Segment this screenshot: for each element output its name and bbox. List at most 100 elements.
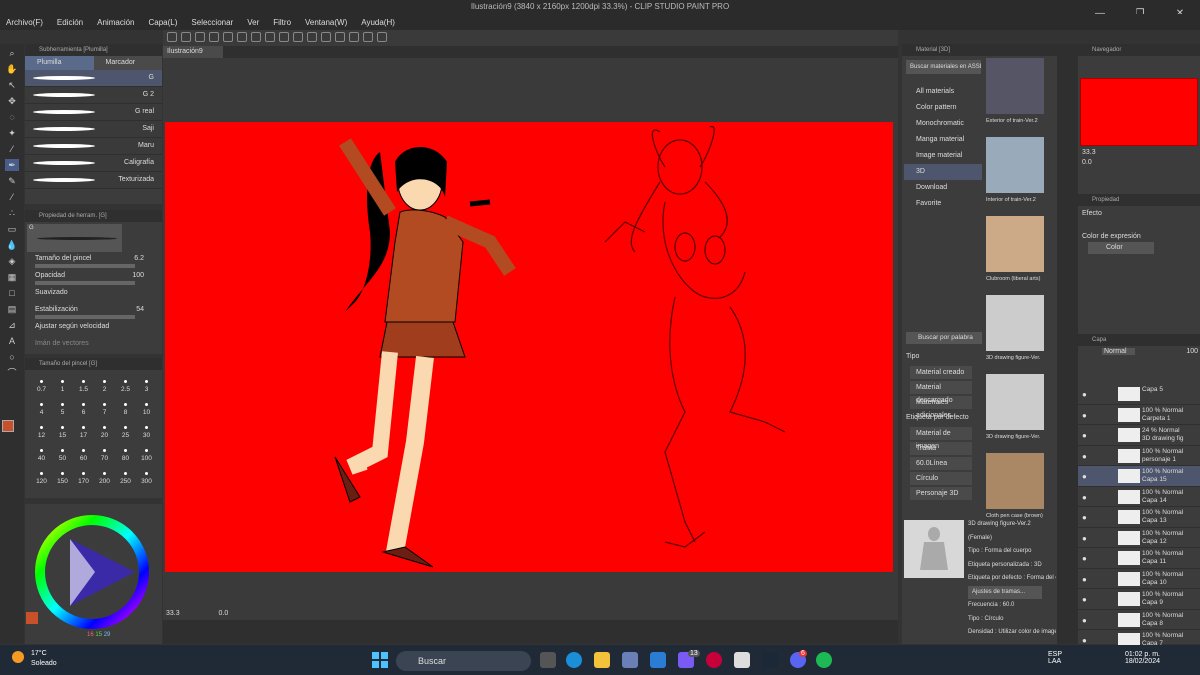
hand-icon[interactable]: ✋ xyxy=(5,63,19,75)
menu-ventana[interactable]: Ventana(W) xyxy=(305,18,347,27)
brush-size-row[interactable]: Tamaño del pincel 6.2 xyxy=(25,254,162,271)
size-option[interactable]: 2 xyxy=(94,374,115,397)
eye-icon[interactable]: ● xyxy=(1082,595,1087,604)
brush-maru[interactable]: Maru xyxy=(25,138,162,155)
figure-icon[interactable]: □ xyxy=(5,287,19,299)
grid-icon[interactable] xyxy=(363,32,373,42)
tramas-button[interactable]: Ajustes de tramas... xyxy=(968,585,1042,599)
color-wheel[interactable] xyxy=(25,504,162,644)
tree-color[interactable]: Color pattern xyxy=(904,100,982,116)
size-option[interactable]: 150 xyxy=(52,466,73,489)
temp[interactable]: 17°C xyxy=(31,650,47,657)
clipstudio-icon[interactable] xyxy=(734,652,750,668)
steam-icon[interactable] xyxy=(762,652,778,668)
size-option[interactable]: 2.5 xyxy=(115,374,136,397)
spotify-icon[interactable] xyxy=(816,652,832,668)
lasso-icon[interactable]: ◌ xyxy=(5,111,19,123)
undo-icon[interactable] xyxy=(223,32,233,42)
menu-ayuda[interactable]: Ayuda(H) xyxy=(361,18,395,27)
eye-icon[interactable]: ● xyxy=(1082,513,1087,522)
stabilization-row[interactable]: Estabilización 54 xyxy=(25,305,162,322)
menu-capa[interactable]: Capa(L) xyxy=(149,18,178,27)
pencil-icon[interactable]: ✎ xyxy=(5,175,19,187)
size-option[interactable]: 6 xyxy=(73,397,94,420)
tag-creado[interactable]: Material creado xyxy=(910,366,972,379)
smoothing-row[interactable]: Suavizado xyxy=(25,288,162,305)
clear-icon[interactable] xyxy=(251,32,261,42)
taskview-icon[interactable] xyxy=(540,652,556,668)
size-option[interactable]: 3 xyxy=(136,374,157,397)
size-option[interactable]: 25 xyxy=(115,420,136,443)
size-option[interactable]: 20 xyxy=(94,420,115,443)
main-color-chip[interactable] xyxy=(26,612,38,624)
brush-texturizada[interactable]: Texturizada xyxy=(25,172,162,189)
size-option[interactable]: 250 xyxy=(115,466,136,489)
size-option[interactable]: 40 xyxy=(31,443,52,466)
size-option[interactable]: 1.5 xyxy=(73,374,94,397)
text-icon[interactable]: A xyxy=(5,335,19,347)
opacity-row[interactable]: Opacidad 100 xyxy=(25,271,162,288)
size-option[interactable]: 200 xyxy=(94,466,115,489)
material-thumb[interactable]: 3D drawing figure-Ver. xyxy=(986,293,1046,372)
blend-icon[interactable]: 💧 xyxy=(5,239,19,251)
nav-zoom[interactable]: 33.3 xyxy=(1078,146,1200,159)
layer-row[interactable]: ● 100 % Normal Capa 12 xyxy=(1078,528,1200,548)
eyedropper-icon[interactable]: ⁄ xyxy=(5,143,19,155)
eye-icon[interactable]: ● xyxy=(1082,472,1087,481)
size-option[interactable]: 0.7 xyxy=(31,374,52,397)
size-option[interactable]: 7 xyxy=(94,397,115,420)
layer-row[interactable]: ● 100 % Normal personaje 1 xyxy=(1078,446,1200,466)
brush-g-real[interactable]: G real xyxy=(25,104,162,121)
eye-icon[interactable]: ● xyxy=(1082,431,1087,440)
eye-icon[interactable]: ● xyxy=(1082,636,1087,645)
menu-archivo[interactable]: Archivo(F) xyxy=(6,18,43,27)
size-option[interactable]: 30 xyxy=(136,420,157,443)
airbrush-icon[interactable]: ∴ xyxy=(5,207,19,219)
explorer-icon[interactable] xyxy=(594,652,610,668)
layer-row[interactable]: ● 100 % Normal Capa 8 xyxy=(1078,610,1200,630)
layer-row[interactable]: ● 100 % Normal Capa 13 xyxy=(1078,507,1200,528)
assets-search-button[interactable]: Buscar materiales en ASSETS xyxy=(906,60,981,74)
edge-icon[interactable] xyxy=(566,652,582,668)
size-option[interactable]: 120 xyxy=(31,466,52,489)
lang[interactable]: ESP LAA xyxy=(1048,651,1062,665)
eye-icon[interactable]: ● xyxy=(1082,390,1087,399)
brush-g[interactable]: G xyxy=(25,70,162,87)
menu-seleccionar[interactable]: Seleccionar xyxy=(191,18,233,27)
menu-edicion[interactable]: Edición xyxy=(57,18,83,27)
tab-plumilla[interactable]: Plumilla xyxy=(25,56,94,70)
frame-icon[interactable]: ▤ xyxy=(5,303,19,315)
nav-angle[interactable]: 0.0 xyxy=(1078,159,1200,166)
material-thumb[interactable]: Interior of train-Ver.2 xyxy=(986,135,1046,214)
deselect-icon[interactable] xyxy=(307,32,317,42)
layer-row[interactable]: ● 24 % Normal 3D drawing fig xyxy=(1078,425,1200,446)
tree-manga[interactable]: Manga material xyxy=(904,132,982,148)
tag-trama[interactable]: Trama xyxy=(910,442,972,455)
zoom-value[interactable]: 33.3 xyxy=(166,610,180,617)
invert-icon[interactable] xyxy=(321,32,331,42)
fill-icon[interactable] xyxy=(279,32,289,42)
size-option[interactable]: 15 xyxy=(52,420,73,443)
menu-animacion[interactable]: Animación xyxy=(97,18,134,27)
eye-icon[interactable]: ● xyxy=(1082,452,1087,461)
home-icon[interactable] xyxy=(167,32,177,42)
color-swatch[interactable] xyxy=(2,420,22,446)
material-search-input[interactable]: Buscar por palabra xyxy=(906,332,982,344)
tag-imagen[interactable]: Material de imagen xyxy=(910,427,972,450)
snap-icon[interactable] xyxy=(349,32,359,42)
brush-g2[interactable]: G 2 xyxy=(25,87,162,104)
tag-circulo[interactable]: Círculo xyxy=(910,472,972,485)
open-icon[interactable] xyxy=(195,32,205,42)
layer-row[interactable]: ● 100 % Normal Carpeta 1 xyxy=(1078,405,1200,425)
tree-favorite[interactable]: Favorite xyxy=(904,196,982,212)
brush-saji[interactable]: Saji xyxy=(25,121,162,138)
size-option[interactable]: 10 xyxy=(136,397,157,420)
artboard[interactable] xyxy=(165,122,893,572)
eye-icon[interactable]: ● xyxy=(1082,493,1087,502)
taskbar-search[interactable]: Buscar xyxy=(396,651,531,671)
correct-line-icon[interactable]: ⌒ xyxy=(5,367,19,379)
operation-icon[interactable]: ↖ xyxy=(5,79,19,91)
layer-row[interactable]: ● 100 % Normal Capa 14 xyxy=(1078,487,1200,507)
expr-select[interactable]: Color xyxy=(1088,242,1154,254)
tag-adicionales[interactable]: Materiales adicionales xyxy=(910,396,972,419)
